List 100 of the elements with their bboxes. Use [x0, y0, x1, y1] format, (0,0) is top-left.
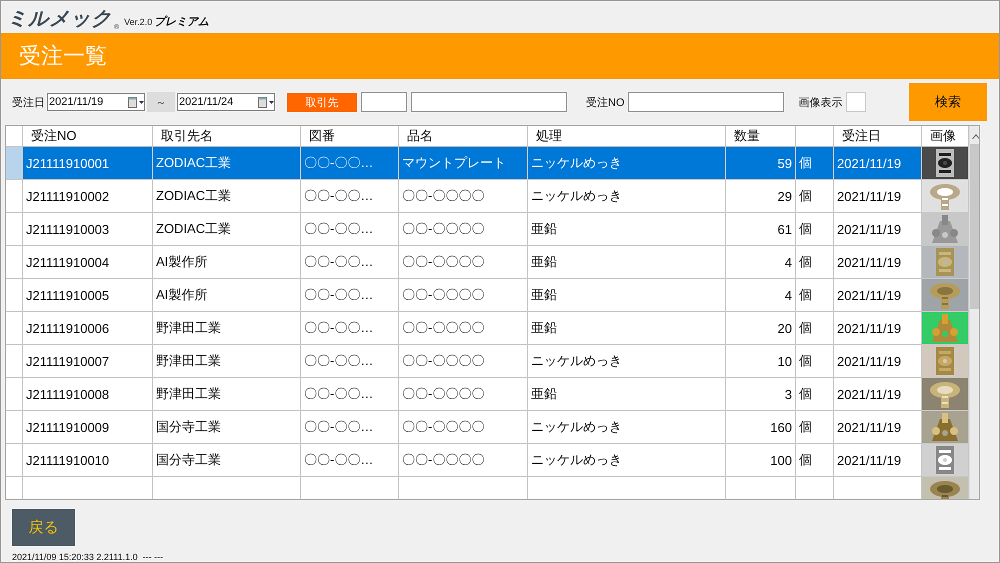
- table-cell: 2021/11/19: [834, 147, 922, 180]
- scrollbar[interactable]: [969, 126, 979, 499]
- table-cell: 個: [796, 279, 834, 312]
- edition-label: プレミアム: [154, 14, 210, 30]
- table-cell: 〇〇-〇〇〇〇: [399, 345, 528, 378]
- table-cell: J21111910003: [23, 213, 153, 246]
- search-button[interactable]: 検索: [909, 83, 987, 121]
- table-cell: 亜鉛: [528, 279, 726, 312]
- table-cell: 〇〇-〇〇〇〇: [399, 279, 528, 312]
- table-cell: 個: [796, 411, 834, 444]
- table-cell: 個: [796, 213, 834, 246]
- table-cell: ニッケルめっき: [528, 345, 726, 378]
- order-no-field[interactable]: [628, 92, 784, 112]
- page-title: 受注一覧: [19, 42, 107, 70]
- table-cell: J21111910009: [23, 411, 153, 444]
- table-cell: 亜鉛: [528, 213, 726, 246]
- table-cell: 〇〇-〇〇…: [301, 444, 399, 477]
- table-cell: 個: [796, 444, 834, 477]
- table-cell: 〇〇-〇〇〇〇: [399, 411, 528, 444]
- table-cell: 野津田工業: [153, 345, 301, 378]
- row-header[interactable]: [6, 147, 23, 180]
- table-cell: 4: [726, 279, 796, 312]
- table-cell: 20: [726, 312, 796, 345]
- table-cell: 野津田工業: [153, 378, 301, 411]
- table-cell: 亜鉛: [528, 312, 726, 345]
- row-header[interactable]: [6, 378, 23, 411]
- table-cell: 〇〇-〇〇〇〇: [399, 213, 528, 246]
- scroll-up-icon[interactable]: [972, 134, 979, 139]
- table-cell: J21111910008: [23, 378, 153, 411]
- table-cell: 個: [796, 147, 834, 180]
- row-header[interactable]: [6, 444, 23, 477]
- table-cell: 〇〇-〇〇…: [301, 345, 399, 378]
- logo-text: ミルメック: [7, 7, 112, 31]
- table-cell: 〇〇-〇〇〇〇: [399, 312, 528, 345]
- table-cell: J21111910006: [23, 312, 153, 345]
- table-cell: 個: [796, 378, 834, 411]
- image-display-checkbox[interactable]: [846, 92, 866, 112]
- table-cell: 3: [726, 378, 796, 411]
- table-cell: 〇〇-〇〇…: [301, 312, 399, 345]
- range-separator: ～: [147, 92, 175, 112]
- row-header[interactable]: [6, 279, 23, 312]
- table-cell: 61: [726, 213, 796, 246]
- table-cell: マウントプレート: [399, 147, 528, 180]
- table-cell: 4: [726, 246, 796, 279]
- row-header[interactable]: [6, 411, 23, 444]
- row-header[interactable]: [6, 213, 23, 246]
- table-cell: 亜鉛: [528, 378, 726, 411]
- table-cell: 個: [796, 312, 834, 345]
- client-code-field[interactable]: [361, 92, 407, 112]
- table-cell: 160: [726, 411, 796, 444]
- version-label: Ver.2.0: [124, 16, 152, 29]
- table-cell: ZODIAC工業: [153, 147, 301, 180]
- table-cell: 〇〇-〇〇…: [301, 411, 399, 444]
- calendar-dropdown-icon: [128, 96, 144, 108]
- table-cell: J21111910002: [23, 180, 153, 213]
- table-cell: 100: [726, 444, 796, 477]
- table-cell: 10: [726, 345, 796, 378]
- table-cell: 亜鉛: [528, 246, 726, 279]
- calendar-dropdown-icon: [258, 96, 274, 108]
- row-header[interactable]: [6, 246, 23, 279]
- image-display-label: 画像表示: [798, 96, 842, 110]
- table-cell: J21111910001: [23, 147, 153, 180]
- table-cell: 個: [796, 345, 834, 378]
- date-picker[interactable]: 2021/11/19: [47, 93, 145, 111]
- table-cell: 29: [726, 180, 796, 213]
- table-cell: 個: [796, 180, 834, 213]
- table-cell: ZODIAC工業: [153, 213, 301, 246]
- row-header[interactable]: [6, 345, 23, 378]
- date-label: 受注日: [12, 96, 45, 110]
- row-header[interactable]: [6, 180, 23, 213]
- table-cell: 〇〇-〇〇〇〇: [399, 246, 528, 279]
- table-cell: 〇〇-〇〇…: [301, 246, 399, 279]
- status-text: 2021/11/09 15:20:33 2.2111.1.0 --- ---: [12, 552, 164, 562]
- table-cell: 〇〇-〇〇〇〇: [399, 378, 528, 411]
- table-cell: ニッケルめっき: [528, 444, 726, 477]
- client-name-field[interactable]: [411, 92, 567, 112]
- table-cell: 59: [726, 147, 796, 180]
- table-cell: AI製作所: [153, 246, 301, 279]
- table-cell: ニッケルめっき: [528, 180, 726, 213]
- scrollbar-thumb[interactable]: [970, 144, 979, 309]
- table-cell: 〇〇-〇〇…: [301, 279, 399, 312]
- table-cell: 〇〇-〇〇〇〇: [399, 180, 528, 213]
- table-cell: ニッケルめっき: [528, 411, 726, 444]
- table-cell: AI製作所: [153, 279, 301, 312]
- table-cell: 国分寺工業: [153, 444, 301, 477]
- back-button[interactable]: 戻る: [12, 509, 75, 546]
- table-cell: 国分寺工業: [153, 411, 301, 444]
- table-cell: 〇〇-〇〇…: [301, 213, 399, 246]
- order-no-label: 受注NO: [586, 96, 624, 110]
- table-cell: J21111910007: [23, 345, 153, 378]
- table-cell: J21111910005: [23, 279, 153, 312]
- row-header[interactable]: [6, 312, 23, 345]
- table-cell: 〇〇-〇〇…: [301, 180, 399, 213]
- table-cell: 〇〇-〇〇…: [301, 147, 399, 180]
- table-cell: J21111910004: [23, 246, 153, 279]
- table-cell: 野津田工業: [153, 312, 301, 345]
- table-cell: ニッケルめっき: [528, 147, 726, 180]
- date-picker[interactable]: 2021/11/24: [177, 93, 275, 111]
- table-cell: ZODIAC工業: [153, 180, 301, 213]
- table-cell: J21111910010: [23, 444, 153, 477]
